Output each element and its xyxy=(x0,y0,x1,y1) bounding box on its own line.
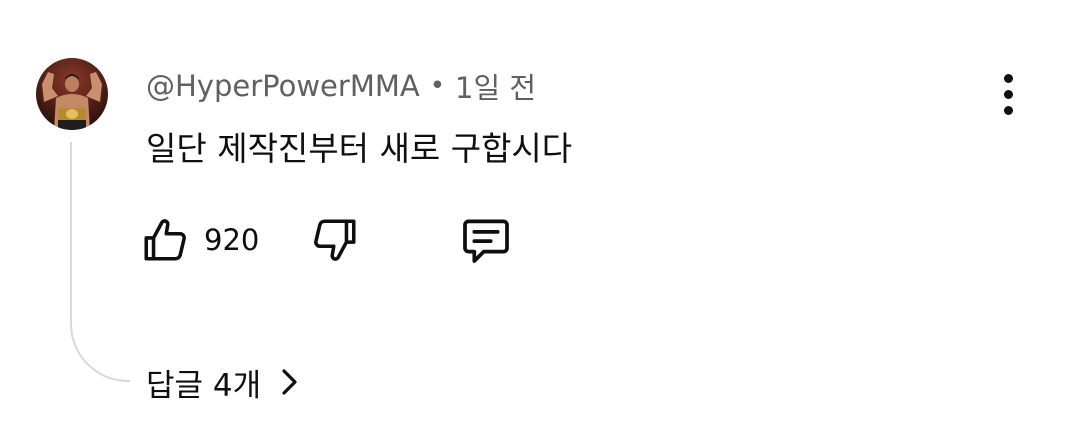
comment-icon xyxy=(463,219,509,263)
comment-card: @HyperPowerMMA • 1일 전 일단 제작진부터 새로 구합시다 9… xyxy=(0,0,1080,444)
replies-count-label: 답글 4개 xyxy=(146,367,262,404)
avatar-image xyxy=(36,58,108,130)
more-vertical-icon xyxy=(1003,73,1013,83)
comment-meta: @HyperPowerMMA • 1일 전 xyxy=(146,66,536,106)
like-count: 920 xyxy=(204,223,260,257)
thumbs-up-icon xyxy=(144,219,186,261)
thumbs-down-icon xyxy=(314,219,356,261)
thread-line xyxy=(70,142,130,382)
more-vertical-icon-dot xyxy=(1003,89,1013,99)
author-handle[interactable]: @HyperPowerMMA xyxy=(146,69,420,103)
view-replies-button[interactable]: 답글 4개 xyxy=(146,358,301,406)
chevron-right-icon xyxy=(279,367,301,397)
like-button[interactable]: 920 xyxy=(140,212,259,268)
dislike-button[interactable] xyxy=(310,212,360,268)
comment-text: 일단 제작진부터 새로 구합시다 xyxy=(146,129,573,168)
comment-timestamp[interactable]: 1일 전 xyxy=(455,65,536,107)
more-options-button[interactable] xyxy=(988,68,1028,120)
more-vertical-icon-dot xyxy=(1003,105,1013,115)
reply-button[interactable] xyxy=(458,212,514,268)
avatar[interactable] xyxy=(36,58,108,130)
meta-separator: • xyxy=(429,71,446,101)
